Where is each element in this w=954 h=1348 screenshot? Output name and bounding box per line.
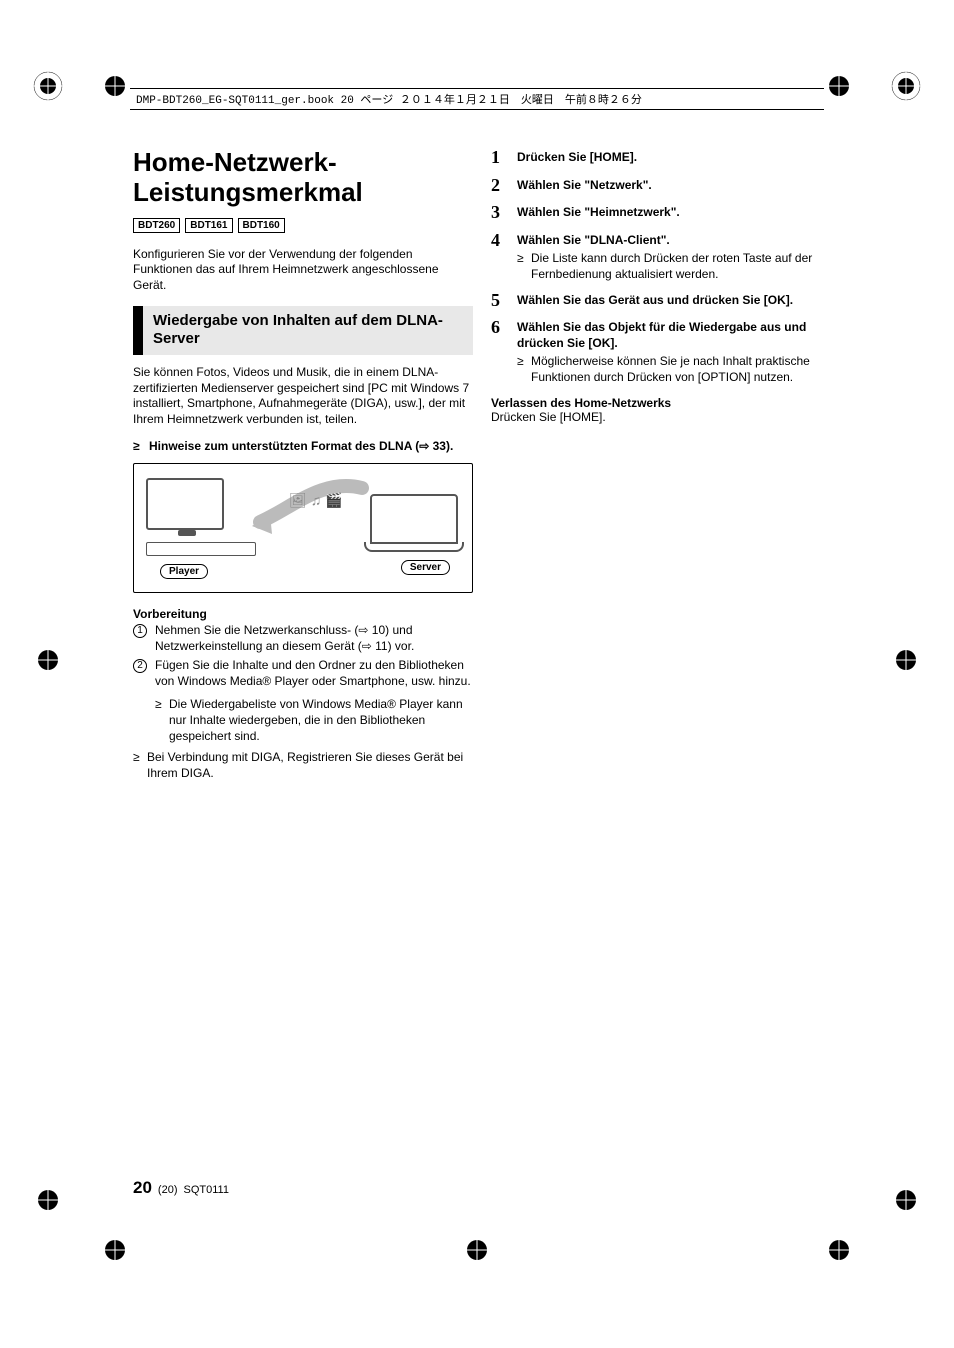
steps-list: 1 Drücken Sie [HOME]. 2 Wählen Sie "Netz… bbox=[491, 148, 831, 386]
exit-body: Drücken Sie [HOME]. bbox=[491, 410, 831, 424]
prep-item-text: Nehmen Sie die Netzwerkanschluss- (⇨ 10)… bbox=[155, 623, 473, 654]
step-item: 5 Wählen Sie das Gerät aus und drücken S… bbox=[491, 291, 831, 311]
dlna-diagram: 🖼 ♫ 🎬 Player Server bbox=[133, 463, 473, 593]
step-number: 1 bbox=[491, 148, 507, 168]
page-sub-number: (20) bbox=[158, 1184, 178, 1196]
doc-code: SQT0111 bbox=[183, 1184, 228, 1196]
intro-paragraph: Konfigurieren Sie vor der Verwendung der… bbox=[133, 247, 473, 294]
circled-number-icon: 1 bbox=[133, 624, 147, 638]
crop-mark-icon bbox=[28, 1180, 68, 1220]
page-title: Home-Netzwerk-Leistungsmerkmal bbox=[133, 148, 473, 208]
left-column: Home-Netzwerk-Leistungsmerkmal BDT260 BD… bbox=[133, 148, 473, 787]
step-text: Wählen Sie das Gerät aus und drücken Sie… bbox=[517, 293, 831, 309]
music-icon: ♫ bbox=[311, 492, 322, 509]
bullet-icon: ≥ bbox=[155, 697, 163, 744]
page-footer: 20 (20) SQT0111 bbox=[133, 1178, 229, 1198]
server-label: Server bbox=[401, 560, 450, 575]
step-item: 6 Wählen Sie das Objekt für die Wiederga… bbox=[491, 318, 831, 385]
format-hint: ≥ Hinweise zum unterstützten Format des … bbox=[133, 439, 473, 455]
crop-mark-icon bbox=[28, 66, 68, 106]
page-number: 20 bbox=[133, 1178, 152, 1198]
preparation-list: 1 Nehmen Sie die Netzwerkanschluss- (⇨ 1… bbox=[133, 623, 473, 689]
prep-item-text: Fügen Sie die Inhalte und den Ordner zu … bbox=[155, 658, 473, 689]
crop-mark-icon bbox=[95, 66, 135, 106]
right-column: 1 Drücken Sie [HOME]. 2 Wählen Sie "Netz… bbox=[491, 148, 831, 787]
crop-mark-icon bbox=[95, 1230, 135, 1270]
crop-mark-icon bbox=[886, 1180, 926, 1220]
crop-mark-icon bbox=[819, 1230, 859, 1270]
step-number: 3 bbox=[491, 203, 507, 223]
bullet-icon: ≥ bbox=[133, 439, 143, 455]
body-paragraph: Sie können Fotos, Videos und Musik, die … bbox=[133, 365, 473, 427]
crop-mark-icon bbox=[28, 640, 68, 680]
header-runner: DMP-BDT260_EG-SQT0111_ger.book 20 ページ ２０… bbox=[130, 88, 824, 110]
step-item: 1 Drücken Sie [HOME]. bbox=[491, 148, 831, 168]
step-number: 4 bbox=[491, 231, 507, 283]
header-runner-text: DMP-BDT260_EG-SQT0111_ger.book 20 ページ ２０… bbox=[136, 95, 642, 107]
model-badge: BDT161 bbox=[185, 218, 232, 233]
content-area: Home-Netzwerk-Leistungsmerkmal BDT260 BD… bbox=[133, 148, 833, 787]
format-hint-text: Hinweise zum unterstützten Format des DL… bbox=[149, 439, 453, 455]
model-badges: BDT260 BDT161 BDT160 bbox=[133, 218, 473, 233]
crop-mark-icon bbox=[886, 66, 926, 106]
media-icons: 🖼 ♫ 🎬 bbox=[289, 492, 343, 509]
list-item: 2 Fügen Sie die Inhalte und den Ordner z… bbox=[133, 658, 473, 689]
step-sub-text: Möglicherweise können Sie je nach Inhalt… bbox=[531, 354, 831, 385]
bullet-icon: ≥ bbox=[133, 750, 141, 781]
step-item: 2 Wählen Sie "Netzwerk". bbox=[491, 176, 831, 196]
model-badge: BDT260 bbox=[133, 218, 180, 233]
crop-mark-icon bbox=[457, 1230, 497, 1270]
prep-sub-text: Die Wiedergabeliste von Windows Media® P… bbox=[169, 697, 473, 744]
prep-sub-note: ≥ Die Wiedergabeliste von Windows Media®… bbox=[133, 697, 473, 744]
step-text: Wählen Sie "Netzwerk". bbox=[517, 178, 831, 194]
laptop-icon bbox=[370, 494, 458, 544]
step-sub-text: Die Liste kann durch Drücken der roten T… bbox=[531, 251, 831, 282]
step-text: Wählen Sie das Objekt für die Wiedergabe… bbox=[517, 320, 831, 351]
photo-icon: 🖼 bbox=[289, 492, 307, 509]
bullet-icon: ≥ bbox=[517, 251, 525, 282]
tv-icon bbox=[146, 478, 224, 530]
step-sub-note: ≥ Möglicherweise können Sie je nach Inha… bbox=[517, 354, 831, 385]
step-item: 3 Wählen Sie "Heimnetzwerk". bbox=[491, 203, 831, 223]
circled-number-icon: 2 bbox=[133, 659, 147, 673]
step-number: 2 bbox=[491, 176, 507, 196]
step-text: Wählen Sie "DLNA-Client". bbox=[517, 233, 831, 249]
step-number: 6 bbox=[491, 318, 507, 385]
exit-heading: Verlassen des Home-Netzwerks bbox=[491, 396, 831, 410]
page: DMP-BDT260_EG-SQT0111_ger.book 20 ページ ２０… bbox=[0, 0, 954, 1348]
crop-mark-icon bbox=[819, 66, 859, 106]
step-item: 4 Wählen Sie "DLNA-Client". ≥ Die Liste … bbox=[491, 231, 831, 283]
step-text: Wählen Sie "Heimnetzwerk". bbox=[517, 205, 831, 221]
bullet-icon: ≥ bbox=[517, 354, 525, 385]
preparation-heading: Vorbereitung bbox=[133, 607, 473, 621]
step-number: 5 bbox=[491, 291, 507, 311]
step-sub-note: ≥ Die Liste kann durch Drücken der roten… bbox=[517, 251, 831, 282]
crop-mark-icon bbox=[886, 640, 926, 680]
video-icon: 🎬 bbox=[325, 492, 342, 509]
list-item: 1 Nehmen Sie die Netzwerkanschluss- (⇨ 1… bbox=[133, 623, 473, 654]
model-badge: BDT160 bbox=[238, 218, 285, 233]
section-heading: Wiedergabe von Inhalten auf dem DLNA-Ser… bbox=[133, 306, 473, 356]
step-text: Drücken Sie [HOME]. bbox=[517, 150, 831, 166]
diga-note-text: Bei Verbindung mit DIGA, Registrieren Si… bbox=[147, 750, 473, 781]
player-label: Player bbox=[160, 564, 208, 579]
diga-note: ≥ Bei Verbindung mit DIGA, Registrieren … bbox=[133, 750, 473, 781]
player-icon bbox=[146, 542, 256, 556]
